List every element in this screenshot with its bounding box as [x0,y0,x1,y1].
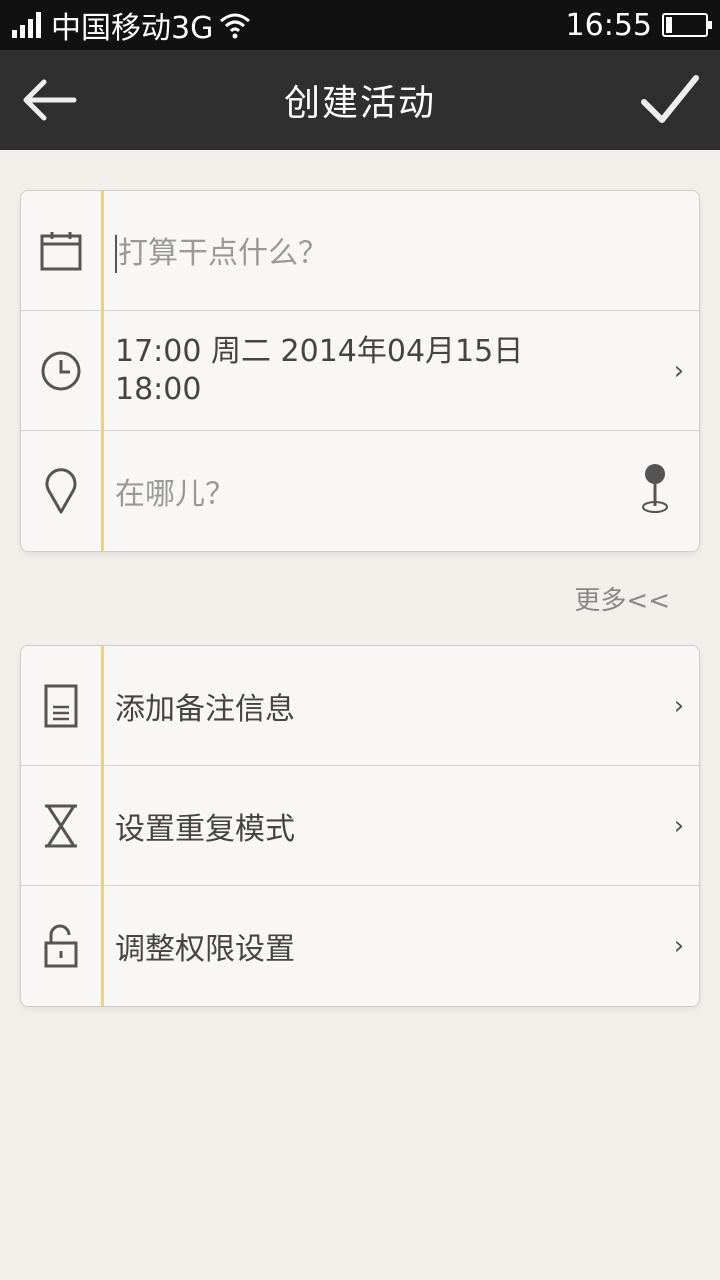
title-input[interactable]: 打算干点什么？ [101,228,699,274]
permissions-label: 调整权限设置 [115,932,295,967]
title-placeholder: 打算干点什么？ [118,235,328,271]
note-icon [44,684,78,727]
time-row[interactable]: 17:00 周二 2014年04月15日 18:00 › [21,311,699,431]
repeat-label: 设置重复模式 [115,811,295,847]
chevron-right-icon: › [673,810,685,841]
battery-icon [662,13,712,37]
location-row[interactable]: 在哪儿？ [21,431,699,551]
options-card: 添加备注信息 › 设置重复模式 › 调整权限设置 › [20,645,700,1007]
signal-icon [12,12,41,38]
hourglass-icon [45,804,77,847]
location-pin-outline-icon [45,468,77,514]
clock: 16:55 [565,7,652,43]
time-end: 18:00 [115,371,202,407]
title-bar: 创建活动 [0,50,720,150]
more-link[interactable]: 更多<< [574,580,670,617]
chevron-right-icon: › [673,931,685,961]
location-input[interactable]: 在哪儿？ [101,469,625,513]
time-start: 17:00 周二 2014年04月15日 [115,333,524,369]
title-row[interactable]: 打算干点什么？ [21,191,699,311]
wifi-icon [220,13,251,39]
notes-label: 添加备注信息 [115,691,295,727]
page-title: 创建活动 [283,83,436,124]
chevron-right-icon: › [673,355,685,386]
unlock-icon [44,924,78,968]
chevron-right-icon: › [673,690,685,721]
event-form-card: 打算干点什么？ 17:00 周二 2014年04月15日 18:00 › 在哪儿… [20,190,700,552]
calendar-icon [40,231,82,270]
carrier-label: 中国移动3G [51,11,214,46]
map-pin-icon[interactable] [640,462,670,514]
back-arrow-icon[interactable] [20,76,80,124]
confirm-check-icon[interactable] [640,72,700,128]
clock-icon [41,351,81,390]
repeat-row[interactable]: 设置重复模式 › [21,766,699,886]
status-bar: 中国移动3G 16:55 [0,0,720,50]
permissions-row[interactable]: 调整权限设置 › [21,886,699,1006]
notes-row[interactable]: 添加备注信息 › [21,646,699,766]
